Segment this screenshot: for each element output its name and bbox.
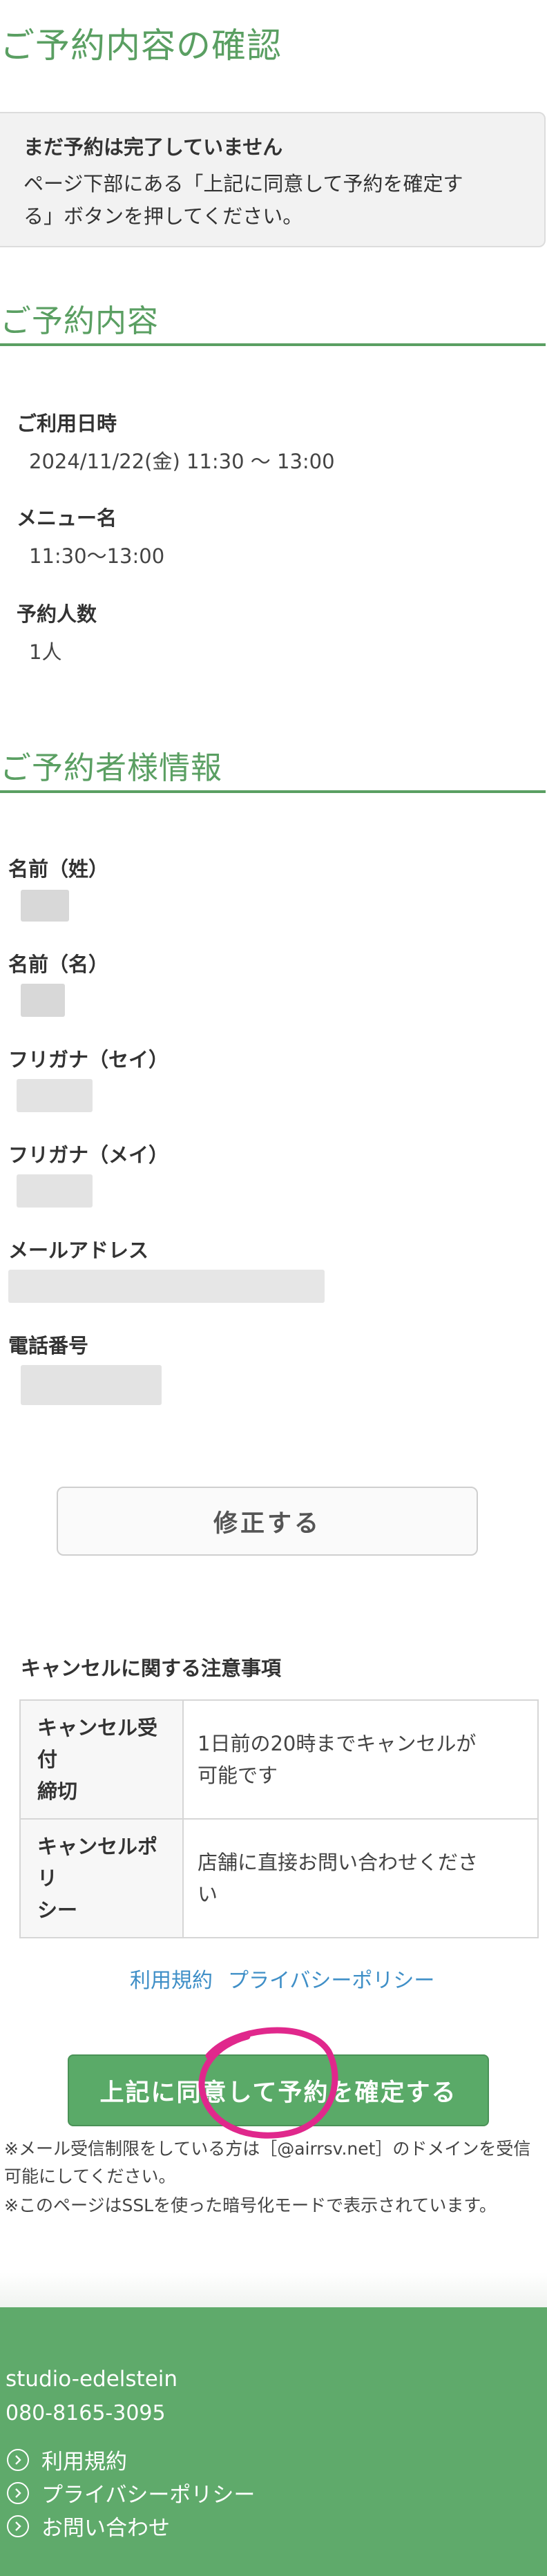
value-line: 1日前の20時までキャンセルが [198, 1732, 477, 1755]
section-divider [0, 790, 546, 793]
people-label: 予約人数 [17, 602, 97, 626]
reservation-section-title: ご予約内容 [0, 303, 160, 339]
table-row: キャンセル受付 締切 1日前の20時までキャンセルが 可能です [19, 1699, 539, 1820]
chevron-right-icon [7, 2481, 29, 2504]
date-label: ご利用日時 [17, 412, 117, 435]
kana-first-name-value-redacted [17, 1174, 93, 1208]
kana-first-name-label: フリガナ（メイ） [8, 1143, 169, 1167]
cancellation-policy-header: キャンセルポリ シー [19, 1818, 184, 1938]
first-name-label: 名前（名） [8, 953, 109, 976]
notice-title: まだ予約は完了していません [23, 135, 283, 159]
chevron-right-icon [7, 2515, 29, 2537]
cancellation-policy-value: 店舗に直接お問い合わせくださ い [182, 1818, 539, 1938]
chevron-right-icon [7, 2448, 29, 2471]
notice-line: る」ボタンを押してください。 [23, 204, 303, 228]
footer-link-terms[interactable]: 利用規約 [7, 2444, 127, 2475]
people-value: 1人 [29, 640, 62, 664]
reservation-confirmation-page: ご予約内容の確認 まだ予約は完了していません ページ下部にある「上記に同意して予… [0, 0, 547, 2576]
cancellation-table: キャンセル受付 締切 1日前の20時までキャンセルが 可能です キャンセルポリ … [19, 1699, 539, 1938]
footer-link-contact[interactable]: お問い合わせ [7, 2510, 170, 2541]
notice-line: ページ下部にある「上記に同意して予約を確定す [23, 172, 463, 195]
shop-name: studio-edelstein [6, 2367, 178, 2392]
table-row: キャンセルポリ シー 店舗に直接お問い合わせくださ い [19, 1818, 539, 1938]
value-line: 可能です [198, 1764, 278, 1787]
date-value: 2024/11/22(金) 11:30 〜 13:00 [29, 450, 335, 473]
phone-value-redacted [21, 1365, 162, 1405]
terms-link[interactable]: 利用規約 [130, 1963, 213, 1994]
value-line: 店舗に直接お問い合わせくださ [198, 1851, 479, 1874]
email-restriction-note-cont: 可能にしてください。 [4, 2166, 176, 2186]
handwritten-circle-annotation [198, 2027, 338, 2139]
footer-link-label: お問い合わせ [41, 2516, 170, 2541]
header-line: 締切 [37, 1780, 78, 1803]
footer-link-label: プライバシーポリシー [41, 2483, 256, 2508]
privacy-policy-link[interactable]: プライバシーポリシー [228, 1963, 434, 1994]
value-line: い [198, 1882, 218, 1906]
ssl-note: ※このページはSSLを使った暗号化モードで表示されています。 [4, 2195, 497, 2215]
footer-link-label: 利用規約 [41, 2450, 127, 2474]
cancellation-heading: キャンセルに関する注意事項 [21, 1657, 282, 1680]
kana-last-name-value-redacted [17, 1079, 93, 1112]
footer-fade [0, 2273, 547, 2307]
page-title: ご予約内容の確認 [0, 26, 282, 66]
footer-link-privacy[interactable]: プライバシーポリシー [7, 2477, 255, 2508]
header-line: キャンセルポリ [37, 1835, 158, 1890]
first-name-value-redacted [21, 984, 65, 1017]
section-divider [0, 343, 546, 346]
edit-button[interactable]: 修正する [57, 1487, 478, 1556]
footer: studio-edelstein 080-8165-3095 利用規約 プライバ… [0, 2307, 547, 2576]
shop-phone: 080-8165-3095 [6, 2401, 166, 2425]
last-name-value-redacted [21, 890, 69, 922]
email-label: メールアドレス [8, 1239, 149, 1262]
last-name-label: 名前（姓） [8, 857, 109, 881]
phone-label: 電話番号 [8, 1334, 89, 1357]
notice-body: ページ下部にある「上記に同意して予約を確定す る」ボタンを押してください。 [23, 168, 507, 233]
email-value-redacted [8, 1270, 325, 1303]
cancellation-deadline-value: 1日前の20時までキャンセルが 可能です [182, 1699, 539, 1820]
header-line: キャンセル受付 [37, 1716, 158, 1771]
cancellation-deadline-header: キャンセル受付 締切 [19, 1699, 184, 1820]
email-restriction-note: ※メール受信制限をしている方は［@airrsv.net］のドメインを受信 [4, 2139, 531, 2159]
kana-last-name-label: フリガナ（セイ） [8, 1048, 169, 1071]
header-line: シー [37, 1898, 78, 1922]
menu-label: メニュー名 [17, 506, 117, 530]
menu-value: 11:30〜13:00 [29, 544, 165, 568]
customer-section-title: ご予約者様情報 [0, 750, 223, 786]
